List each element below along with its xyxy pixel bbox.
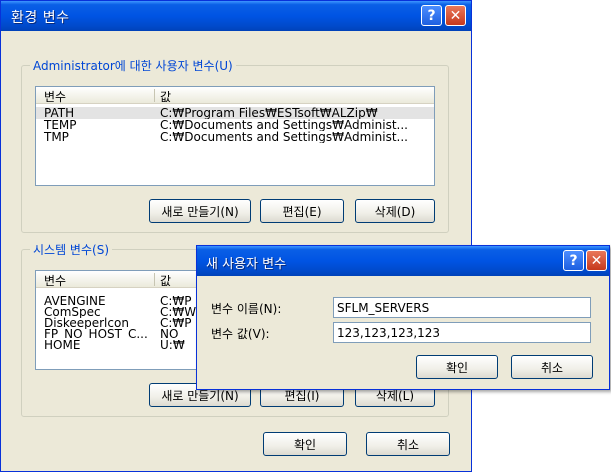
- close-icon[interactable]: ✕: [445, 5, 466, 26]
- column-header-name[interactable]: 변수: [44, 272, 66, 289]
- user-delete-button[interactable]: 삭제(D): [355, 199, 435, 223]
- user-variables-list[interactable]: 변수 값 PATH C:₩Program Files₩ESTsoft₩ALZip…: [35, 86, 435, 186]
- user-new-button[interactable]: 새로 만들기(N): [149, 199, 251, 223]
- help-icon[interactable]: ?: [563, 250, 584, 271]
- help-icon[interactable]: ?: [421, 5, 442, 26]
- user-variables-group: Administrator에 대한 사용자 변수(U) 변수 값 PATH C:…: [21, 57, 449, 233]
- dialog-cancel-button[interactable]: 취소: [511, 355, 593, 379]
- dialog-title: 새 사용자 변수: [206, 257, 287, 272]
- close-icon[interactable]: ✕: [586, 250, 607, 271]
- user-variables-list-header: 변수 값: [36, 87, 434, 104]
- list-item[interactable]: TMP C:₩Documents and Settings₩Administ..…: [36, 131, 434, 143]
- window-titlebar[interactable]: 환경 변수 ? ✕: [1, 1, 471, 31]
- column-separator[interactable]: [154, 89, 155, 102]
- variable-value-field[interactable]: [333, 322, 591, 343]
- column-separator[interactable]: [154, 273, 155, 286]
- new-user-variable-dialog: 새 사용자 변수 ? ✕ 변수 이름(N): 변수 값(V): 확인 취소: [196, 245, 610, 390]
- variable-name-label: 변수 이름(N):: [211, 302, 282, 316]
- column-header-name[interactable]: 변수: [44, 88, 66, 105]
- variable-name: PATH: [44, 107, 75, 119]
- variable-value: C:₩Documents and Settings₩Administ...: [160, 131, 408, 143]
- variable-name-field[interactable]: [333, 297, 591, 318]
- variable-value: C:₩Documents and Settings₩Administ...: [160, 119, 408, 131]
- column-header-value[interactable]: 값: [160, 272, 171, 289]
- list-item[interactable]: PATH C:₩Program Files₩ESTsoft₩ALZip₩: [36, 107, 434, 119]
- user-edit-button[interactable]: 편집(E): [260, 199, 344, 223]
- environment-variables-window: 환경 변수 ? ✕ Administrator에 대한 사용자 변수(U) 변수…: [0, 0, 472, 472]
- column-header-value[interactable]: 값: [160, 88, 171, 105]
- variable-name: TEMP: [44, 119, 77, 131]
- user-variables-legend: Administrator에 대한 사용자 변수(U): [30, 57, 236, 74]
- variable-name: HOME: [44, 339, 81, 351]
- window-title: 환경 변수: [11, 10, 70, 26]
- dialog-titlebar[interactable]: 새 사용자 변수 ? ✕: [197, 246, 609, 276]
- variable-name: TMP: [44, 131, 69, 143]
- dialog-ok-button[interactable]: 확인: [416, 355, 498, 379]
- variable-value: C:₩Program Files₩ESTsoft₩ALZip₩: [160, 107, 378, 119]
- variable-value: U:₩: [160, 339, 185, 351]
- variable-value-label: 변수 값(V):: [211, 327, 270, 341]
- system-variables-legend: 시스템 변수(S): [30, 241, 112, 258]
- ok-button[interactable]: 확인: [263, 432, 347, 456]
- cancel-button[interactable]: 취소: [366, 432, 450, 456]
- list-item[interactable]: TEMP C:₩Documents and Settings₩Administ.…: [36, 119, 434, 131]
